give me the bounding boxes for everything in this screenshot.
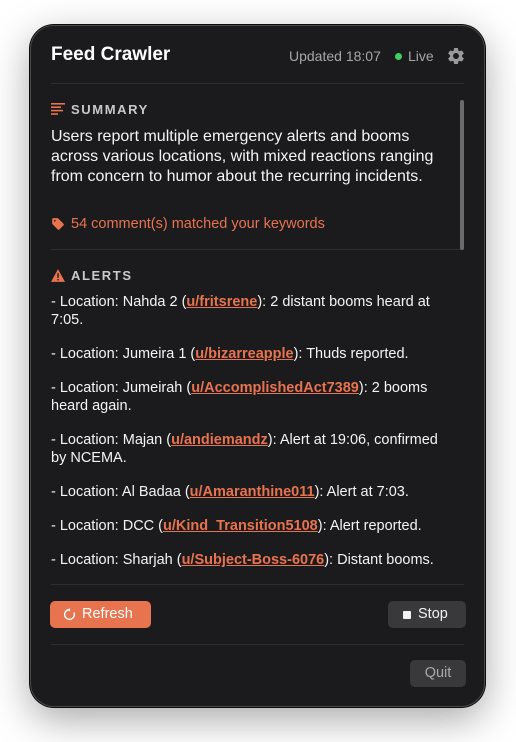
stop-icon bbox=[403, 611, 411, 619]
user-link[interactable]: u/Kind_Transition5108 bbox=[163, 518, 318, 534]
user-link[interactable]: u/fritsrene bbox=[186, 294, 257, 310]
user-link[interactable]: u/AccomplishedAct7389 bbox=[191, 380, 359, 396]
refresh-button[interactable]: Refresh bbox=[50, 601, 151, 628]
alert-item: - Location: DCC (u/Kind_Transition5108):… bbox=[51, 518, 422, 534]
scrollbar[interactable] bbox=[460, 100, 464, 250]
alert-item: - Location: Majan (u/andiemandz): Alert … bbox=[51, 432, 438, 466]
scroll-content[interactable]: SUMMARY Users report multiple emergency … bbox=[31, 85, 484, 584]
alert-item: - Location: Nahda 2 (u/fritsrene): 2 dis… bbox=[51, 294, 430, 328]
gear-icon[interactable] bbox=[446, 46, 466, 66]
summary-text: Users report multiple emergency alerts a… bbox=[51, 128, 434, 185]
footer-divider-top bbox=[51, 584, 464, 585]
app-window: Feed Crawler Updated 18:07 Live SUMMARY … bbox=[30, 25, 485, 707]
quit-button[interactable]: Quit bbox=[410, 660, 466, 687]
user-link[interactable]: u/Amaranthine011 bbox=[190, 484, 315, 500]
header: Feed Crawler Updated 18:07 Live bbox=[31, 26, 484, 84]
user-link[interactable]: u/andiemandz bbox=[171, 432, 268, 448]
summary-heading-label: SUMMARY bbox=[71, 102, 149, 117]
stop-button[interactable]: Stop bbox=[388, 601, 466, 628]
tag-icon bbox=[52, 218, 64, 230]
alerts-list: - Location: Nahda 2 (u/fritsrene): 2 dis… bbox=[51, 293, 456, 584]
lines-icon bbox=[51, 103, 65, 115]
alerts-heading-label: ALERTS bbox=[71, 268, 133, 283]
section-divider bbox=[51, 249, 464, 250]
refresh-icon bbox=[63, 608, 76, 621]
updated-time: Updated 18:07 bbox=[289, 48, 381, 64]
alert-item: - Location: Sharjah (u/Subject-Boss-6076… bbox=[51, 552, 434, 568]
alert-item: - Location: Al Badaa (u/Amaranthine011):… bbox=[51, 484, 409, 500]
alert-item: - Location: Jumeirah (u/AccomplishedAct7… bbox=[51, 380, 428, 414]
live-status-label: Live bbox=[408, 48, 434, 64]
refresh-button-label: Refresh bbox=[82, 606, 133, 622]
app-title: Feed Crawler bbox=[51, 44, 171, 65]
footer-divider-bottom bbox=[51, 644, 464, 645]
live-status-dot bbox=[395, 53, 402, 60]
user-link[interactable]: u/Subject-Boss-6076 bbox=[182, 552, 325, 568]
header-divider bbox=[51, 83, 464, 84]
matched-comments-label: 54 comment(s) matched your keywords bbox=[71, 216, 325, 232]
stop-button-label: Stop bbox=[418, 606, 448, 622]
alert-item: - Location: Jumeira 1 (u/bizarreapple): … bbox=[51, 346, 409, 362]
user-link[interactable]: u/bizarreapple bbox=[195, 346, 293, 362]
warning-icon bbox=[51, 269, 65, 282]
quit-button-label: Quit bbox=[424, 665, 452, 681]
